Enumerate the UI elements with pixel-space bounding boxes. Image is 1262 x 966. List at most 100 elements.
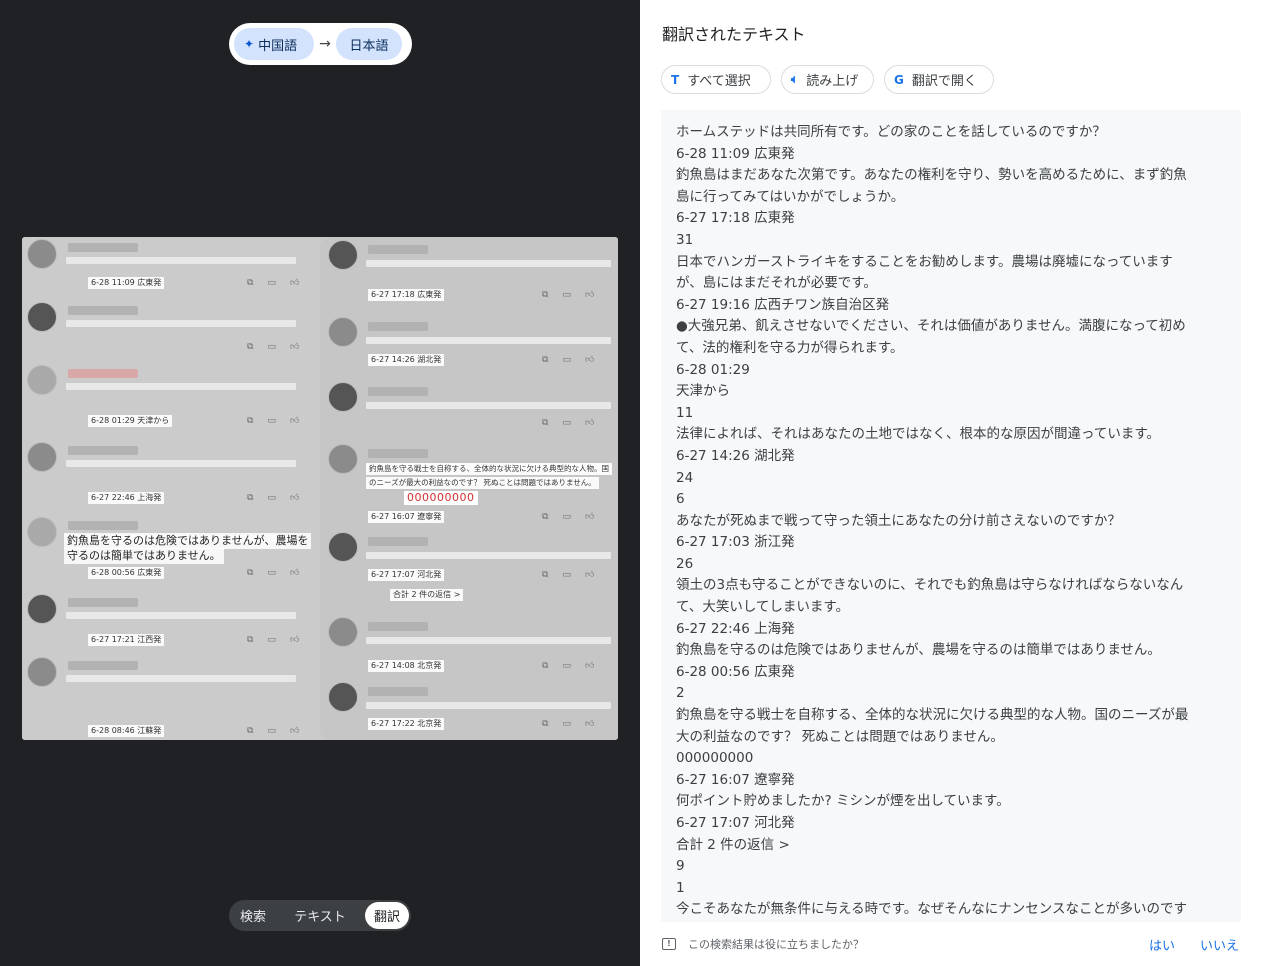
- comment-meta: 6-27 22:46 上海発: [88, 492, 165, 504]
- select-all-label: すべて選択: [687, 74, 751, 89]
- translated-line: 6-28 00:56 広東発: [676, 663, 795, 680]
- action-icon: 👍︎: [584, 355, 595, 365]
- feedback-yes-button[interactable]: はい: [1149, 935, 1175, 954]
- translated-line: 24: [676, 469, 694, 486]
- read-aloud-label: 読み上げ: [806, 74, 859, 89]
- avatar: [27, 302, 57, 332]
- comment-text-blur: [66, 460, 296, 467]
- action-icon: 👍︎: [584, 661, 595, 671]
- comment-text-blur: [366, 637, 611, 644]
- comment-text: 釣魚島を守るのは危険ではありませんが、農場を: [64, 533, 312, 549]
- translated-line: 大の利益なのです？ 死ぬことは問題ではありません。: [676, 728, 1004, 745]
- action-icon: 👍︎: [584, 290, 595, 300]
- feedback-question: この検索結果は役に立ちましたか？: [688, 938, 864, 951]
- comment-meta: 6-27 16:07 遼寧発: [368, 511, 445, 523]
- action-buttons: T すべて選択 🔈︎ 読み上げ G 翻訳で開く: [661, 65, 994, 94]
- comment-meta: 6-27 17:18 広東発: [368, 289, 445, 301]
- read-aloud-button[interactable]: 🔈︎ 読み上げ: [781, 65, 874, 94]
- action-icon: 👍︎: [289, 635, 300, 645]
- translated-line: 6-27 17:18 広東発: [676, 210, 795, 227]
- username-blur: [68, 369, 138, 378]
- comment-text: のニーズが最大の利益なのです？ 死ぬことは問題ではありません。: [366, 477, 599, 489]
- translated-line: ●大強兄弟、飢えさせないでください、それは価値がありません。満腹になって初め: [676, 318, 1186, 335]
- username-blur: [68, 598, 138, 607]
- translated-line: 6-27 22:46 上海発: [676, 620, 795, 637]
- target-language-button[interactable]: 日本語: [336, 28, 402, 60]
- feedback-no-button[interactable]: いいえ: [1200, 935, 1239, 954]
- panel-title: 翻訳されたテキスト: [662, 25, 806, 44]
- action-icon: ⧉: [247, 416, 254, 426]
- translated-line: 領土の3点も守ることができないのに、それでも釣魚島は守らなければならないなん: [676, 577, 1184, 594]
- action-icon: ⧉: [247, 342, 254, 352]
- open-in-translate-button[interactable]: G 翻訳で開く: [884, 65, 994, 94]
- translated-line: 000000000: [676, 750, 754, 767]
- action-icon: 👍︎: [584, 418, 595, 428]
- translated-line: ホームステッドは共同所有です。どの家のことを話しているのですか？: [676, 124, 1106, 140]
- action-icon: ▭: [267, 726, 276, 736]
- translated-line: 日本でハンガーストライキをすることをお勧めします。農場は廃墟になっています: [676, 253, 1173, 270]
- action-icon: ⧉: [542, 719, 549, 729]
- translated-line: 2: [676, 685, 685, 702]
- comment-action-icons: ⧉ ▭ 👍︎: [247, 726, 299, 736]
- translated-line: 31: [676, 231, 694, 248]
- action-icon: ⧉: [247, 568, 254, 578]
- action-icon: ▭: [267, 568, 276, 578]
- translated-text-box[interactable]: ホームステッドは共同所有です。どの家のことを話しているのですか？ 6-28 11:…: [661, 110, 1241, 922]
- comment-meta: 6-27 14:08 北京発: [368, 660, 445, 672]
- action-icon: ⧉: [542, 512, 549, 522]
- comment-action-icons: ⧉ ▭ 👍︎: [542, 512, 594, 522]
- highlighted-number: 000000000: [404, 491, 478, 505]
- comment-action-icons: ⧉ ▭ 👍︎: [542, 719, 594, 729]
- avatar: [328, 240, 358, 270]
- mode-translate-button[interactable]: 翻訳: [365, 902, 409, 929]
- action-icon: ▭: [562, 418, 571, 428]
- avatar: [328, 382, 358, 412]
- action-icon: 👍︎: [289, 342, 300, 352]
- translated-line: 何ポイント貯めましたか? ミシンが煙を出しています。: [676, 793, 1010, 810]
- target-language-label: 日本語: [349, 38, 389, 54]
- source-language-button[interactable]: ✦ 中国語: [234, 28, 314, 60]
- mode-text-button[interactable]: テキスト: [275, 902, 365, 929]
- comment-meta: 6-28 11:09 広東発: [88, 277, 165, 289]
- action-icon: ▭: [267, 278, 276, 288]
- translation-panel: 翻訳されたテキスト T すべて選択 🔈︎ 読み上げ G 翻訳で開く ホームステッ…: [640, 0, 1262, 966]
- username-blur: [368, 322, 428, 331]
- action-icon: 👍︎: [289, 568, 300, 578]
- action-icon: 👍︎: [584, 719, 595, 729]
- translated-line: 合計 2 件の返信 >: [676, 836, 790, 853]
- username-blur: [68, 306, 138, 315]
- comment-column-right: 6-27 17:18 広東発 ⧉ ▭ 👍︎ 6-27 14:26 湖北発 ⧉ ▭ 👍︎ ⧉ ▭ 👍︎…: [320, 237, 618, 740]
- arrow-right-icon: →: [319, 36, 331, 52]
- action-icon: 👍︎: [584, 512, 595, 522]
- comment-text: 守るのは簡単ではありません。: [64, 548, 224, 564]
- translated-line: 9: [676, 858, 685, 875]
- translated-line: 6-27 16:07 遼寧発: [676, 771, 795, 788]
- action-icon: 👍︎: [584, 570, 595, 580]
- comment-meta: 6-27 17:21 江西発: [88, 634, 165, 646]
- comment-meta: 6-27 14:26 湖北発: [368, 354, 445, 366]
- avatar: [27, 594, 57, 624]
- username-blur: [68, 661, 138, 670]
- open-in-translate-label: 翻訳で開く: [911, 74, 977, 89]
- sparkle-icon: ✦: [244, 37, 255, 51]
- translated-line: 11: [676, 404, 694, 421]
- comment-meta: 6-28 08:46 江蘇発: [88, 725, 165, 737]
- comment-text-blur: [66, 257, 296, 264]
- comment-text-blur: [66, 320, 296, 327]
- action-icon: ⧉: [247, 278, 254, 288]
- translated-line: 6-27 19:16 広西チワン族自治区発: [676, 296, 890, 313]
- select-all-button[interactable]: T すべて選択: [661, 65, 771, 94]
- translated-line: あなたが死ぬまで戦って守った領土にあなたの分け前さえないのですか？: [676, 512, 1121, 529]
- avatar: [27, 517, 57, 547]
- comment-text-blur: [66, 675, 296, 682]
- comment-action-icons: ⧉ ▭ 👍︎: [542, 661, 594, 671]
- action-icon: ▭: [562, 355, 571, 365]
- comment-text-blur: [366, 260, 611, 267]
- action-icon: 👍︎: [289, 493, 300, 503]
- action-icon: ⧉: [542, 355, 549, 365]
- comment-column-left: 6-28 11:09 広東発 ⧉ ▭ 👍︎ ⧉ ▭ 👍︎ 6-28 01:29 天津から ⧉ ▭ 👍…: [22, 237, 320, 740]
- translated-line: て、法的権利を守る力が得られます。: [676, 339, 904, 356]
- image-viewer: ✦ 中国語 → 日本語 6-28 11:09 広東発 ⧉ ▭ 👍︎ ⧉ ▭ 👍︎ 6-28 0…: [0, 0, 640, 966]
- mode-search-button[interactable]: 検索: [231, 902, 275, 929]
- username-blur: [68, 243, 138, 252]
